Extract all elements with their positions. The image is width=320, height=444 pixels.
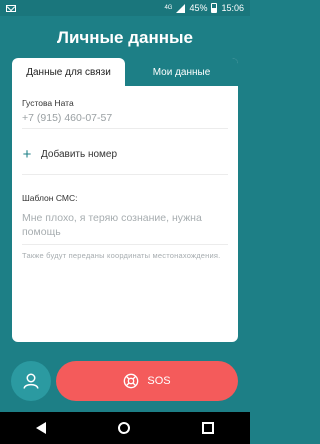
signal-icon — [176, 3, 186, 13]
battery-icon — [211, 3, 218, 13]
status-bar: 4G 45% 15:06 — [0, 0, 250, 16]
lifebuoy-icon — [124, 373, 139, 389]
sos-label: SOS — [147, 375, 171, 387]
contact-phone[interactable]: +7 (915) 460-07-57 — [22, 112, 228, 129]
card-body: Густова Ната +7 (915) 460-07-57 + Добави… — [12, 86, 238, 271]
personal-data-card: Данные для связи Мои данные Густова Ната… — [12, 58, 238, 342]
clock: 15:06 — [221, 3, 244, 13]
navigation-bar — [0, 412, 250, 444]
sms-hint: Также будут переданы координаты местонах… — [22, 251, 221, 260]
tab-bar: Данные для связи Мои данные — [12, 58, 238, 86]
contact-name: Густова Ната — [22, 98, 74, 108]
plus-icon: + — [22, 145, 32, 163]
back-icon[interactable] — [36, 422, 46, 434]
tab-contact-data[interactable]: Данные для связи — [12, 58, 125, 86]
network-type: 4G — [164, 5, 173, 11]
recents-icon[interactable] — [202, 422, 214, 434]
battery-percent: 45% — [189, 3, 208, 13]
divider — [22, 174, 228, 175]
add-number-button[interactable]: + Добавить номер — [22, 145, 228, 163]
user-icon — [23, 373, 39, 389]
profile-button[interactable] — [11, 361, 51, 401]
add-number-label: Добавить номер — [41, 149, 118, 160]
sms-template-field[interactable]: Мне плохо, я теряю сознание, нужна помощ… — [22, 211, 228, 245]
page-title: Личные данные — [57, 28, 193, 47]
sms-template-label: Шаблон СМС: — [22, 193, 78, 203]
mail-icon — [6, 4, 16, 12]
status-bar-right: 4G 45% 15:06 — [164, 3, 244, 13]
home-icon[interactable] — [118, 422, 130, 434]
tab-my-data[interactable]: Мои данные — [125, 58, 238, 86]
sos-button[interactable]: SOS — [56, 361, 238, 401]
